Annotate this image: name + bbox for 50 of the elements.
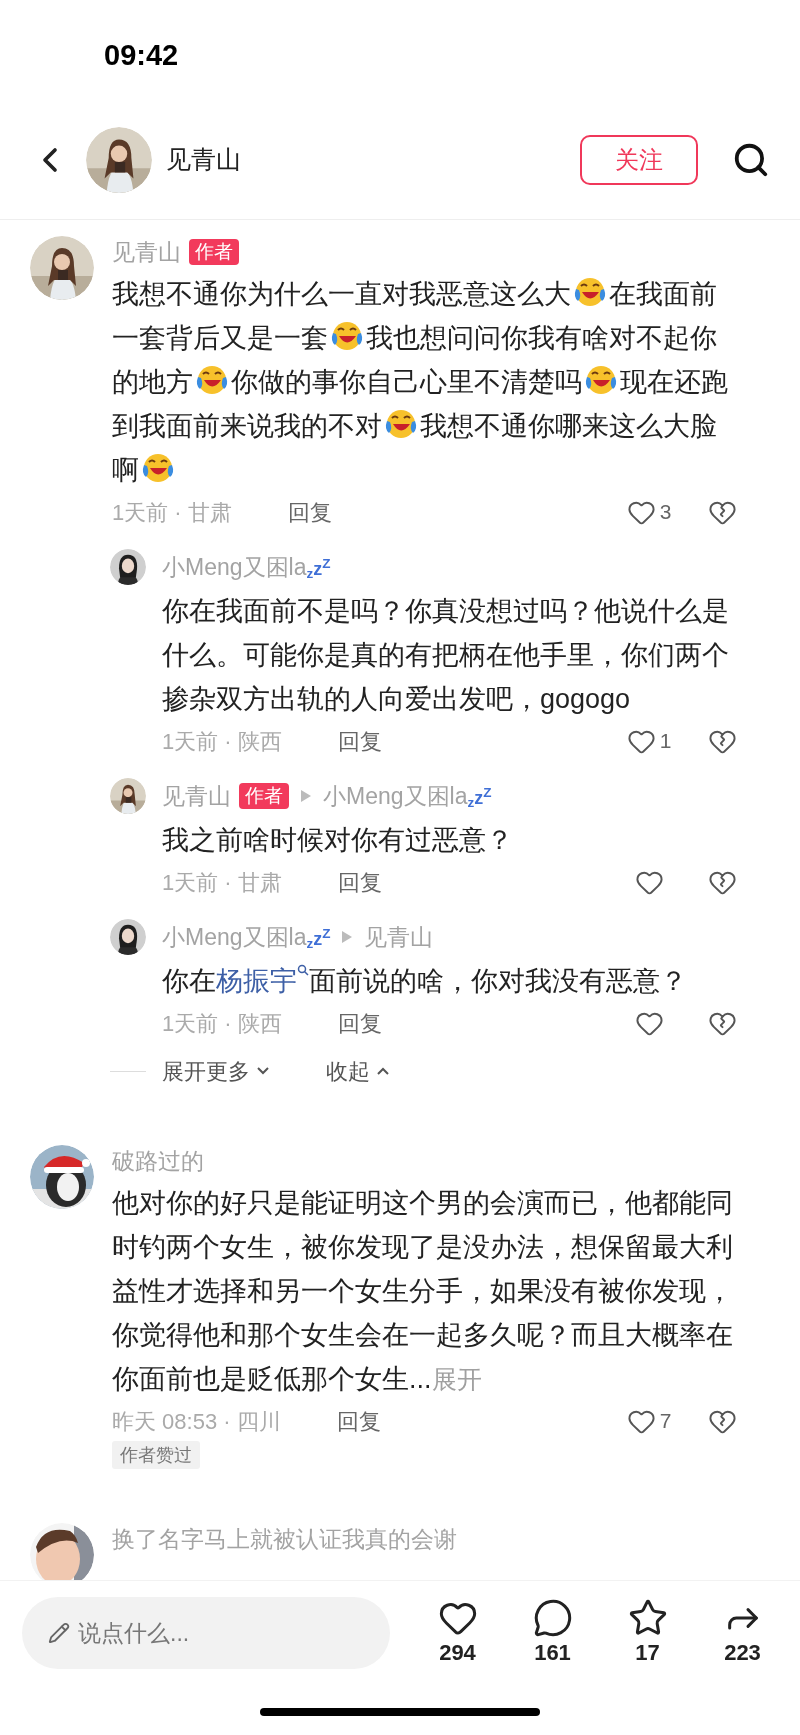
- expand-more-button[interactable]: 展开更多: [162, 1054, 270, 1088]
- comment-text: 我之前啥时候对你有过恶意？: [162, 824, 514, 857]
- like-action[interactable]: 294: [410, 1598, 505, 1668]
- search-icon: [297, 964, 309, 976]
- reply-button[interactable]: 回复: [336, 1404, 381, 1438]
- laughing-tears-emoji-icon: [384, 407, 418, 441]
- user-name[interactable]: 小Meng又困la$_{z}$z$^{Z}$: [162, 919, 331, 955]
- user-name[interactable]: 小Meng又困la$_{z}$z$^{Z}$: [323, 778, 492, 814]
- like-count: 7: [659, 1408, 672, 1435]
- user-name[interactable]: 小Meng又困la$_{z}$z$^{Z}$: [162, 549, 331, 585]
- reply-button[interactable]: 回复: [287, 495, 332, 529]
- reply-button[interactable]: 回复: [337, 1006, 382, 1040]
- laughing-tears-emoji-icon: [141, 451, 175, 485]
- like-count: 1: [659, 728, 672, 755]
- author-liked-tag: 作者赞过: [112, 1441, 200, 1469]
- reply-arrow-icon: [301, 790, 311, 802]
- chevron-down-icon: [256, 1066, 270, 1076]
- status-time: 09:42: [104, 39, 179, 71]
- input-placeholder: 说点什么...: [78, 1618, 190, 1648]
- laughing-tears-emoji-icon: [195, 363, 229, 397]
- speech-bubble-icon: [532, 1598, 573, 1638]
- share-action[interactable]: 223: [695, 1598, 790, 1668]
- comment-text: 我想不通你为什么一直对我恶意这么大 在我面前一套背后又是一套 我也想问问你我有啥对不起你的地方 你做的事你自己心里不清楚吗 现在还跑到我面前来说我的不对 我想不通你哪来这么大脸啊: [112, 272, 737, 492]
- chevron-up-icon: [376, 1066, 390, 1076]
- pencil-icon: [48, 1622, 70, 1644]
- favorite-action[interactable]: 17: [600, 1598, 695, 1668]
- time-location: 1天前 · 陕西: [162, 1009, 282, 1038]
- laughing-tears-emoji-icon: [330, 319, 364, 353]
- topic-link[interactable]: 杨振宇: [216, 966, 309, 996]
- time-location: 1天前 · 甘肃: [162, 868, 282, 897]
- time-location: 昨天 08:53 · 四川: [112, 1407, 281, 1436]
- comment-input[interactable]: 说点什么...: [22, 1597, 390, 1669]
- comment-text: 你在杨振宇 面前说的啥，你对我没有恶意？: [162, 963, 688, 998]
- comment-text: 他对你的好只是能证明这个男的会演而已，他都能同时钓两个女生，被你发现了是没办法，想保留最大利益性才选择和另一个女生分手，如果没有被你发现，你觉得他和那个女生会在一起多久呢？而且大概率在你面前也是贬低那个女生...展开: [112, 1187, 734, 1396]
- comment-text: 你在我面前不是吗？你真没想过吗？他说什么是什么。可能你是真的有把柄在他手里，你们两个掺杂双方出轨的人向爱出发吧，gogogo: [162, 595, 730, 716]
- author-badge: 作者: [239, 783, 289, 809]
- star-icon: [627, 1598, 668, 1638]
- comment-action[interactable]: 161: [505, 1598, 600, 1668]
- time-location: 1天前 · 陕西: [162, 727, 282, 756]
- reply-button[interactable]: 回复: [337, 865, 382, 899]
- author-badge: 作者: [189, 239, 239, 265]
- author-name[interactable]: 见青山: [166, 140, 241, 179]
- reply-button[interactable]: 回复: [337, 724, 382, 758]
- laughing-tears-emoji-icon: [573, 275, 607, 309]
- follow-button[interactable]: 关注: [580, 134, 698, 185]
- reply-arrow-icon: [342, 931, 353, 943]
- collapse-button[interactable]: 收起: [326, 1054, 390, 1088]
- like-count: 3: [659, 499, 672, 526]
- laughing-tears-emoji-icon: [584, 363, 618, 397]
- time-location: 1天前 · 甘肃: [112, 498, 232, 527]
